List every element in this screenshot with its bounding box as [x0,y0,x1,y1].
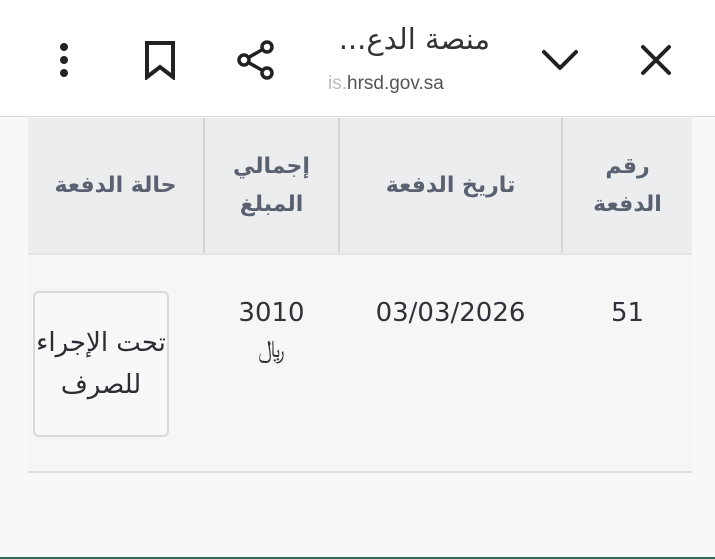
cell-payment-date: 03/03/2026 [375,298,526,328]
header-total-amount: إجمالي المبلغ [233,153,310,217]
browser-toolbar: منصة الدع... is.hrsd.gov.sa [0,0,715,117]
url-prefix: is. [328,73,347,94]
more-vertical-icon[interactable] [36,32,92,88]
url-domain: hrsd.gov.sa [347,73,444,94]
table-row: تحت الإجراء للصرف 3010 ﷼ 03/03/2026 51 [28,255,692,473]
bookmark-icon[interactable] [132,32,188,88]
header-payment-status: حالة الدفعة [54,172,177,198]
header-payment-date: تاريخ الدفعة [385,172,516,198]
page-title: منصة الدع... [338,22,490,56]
payments-table: حالة الدفعة إجمالي المبلغ تاريخ الدفعة ر… [28,118,692,473]
amount-value: 3010 [238,298,305,328]
page-url: is.hrsd.gov.sa [328,73,444,95]
share-icon[interactable] [228,32,284,88]
header-payment-number: رقم الدفعة [593,153,662,217]
chevron-down-icon[interactable] [532,32,588,88]
status-text: تحت الإجراء للصرف [36,328,166,400]
cell-payment-number: 51 [610,298,645,328]
currency-symbol: ﷼ [258,335,285,363]
cell-total-amount: 3010 ﷼ [205,295,338,367]
close-icon[interactable] [628,32,684,88]
table-header-row: حالة الدفعة إجمالي المبلغ تاريخ الدفعة ر… [28,118,692,255]
status-badge: تحت الإجراء للصرف [33,291,169,437]
